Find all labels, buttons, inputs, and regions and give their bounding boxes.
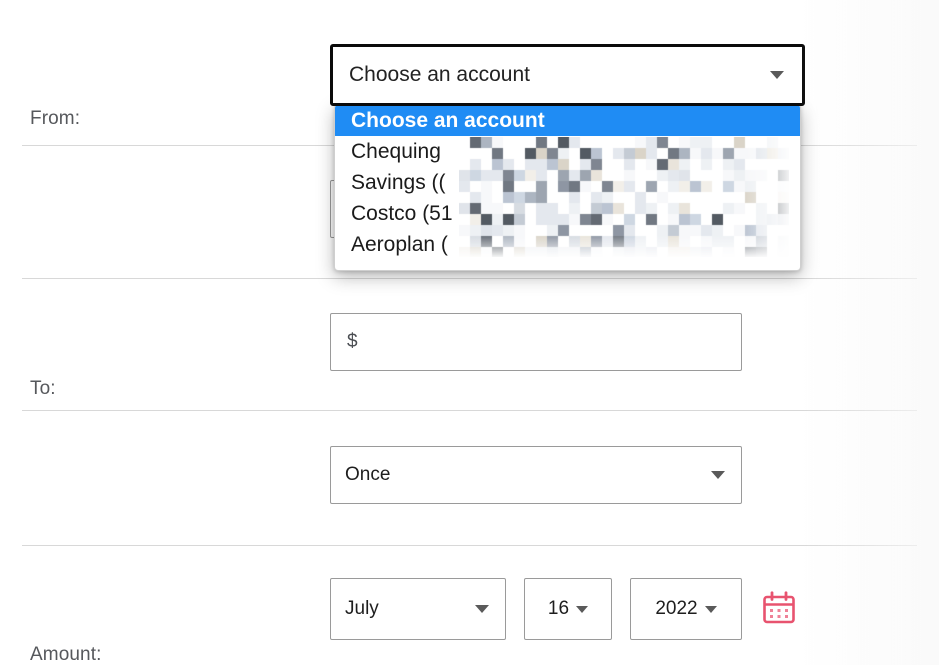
dropdown-option-0[interactable]: Choose an account: [335, 105, 800, 136]
transfer-date-year-select[interactable]: 2022: [630, 578, 742, 640]
amount-label: Amount:: [30, 644, 102, 665]
amount-currency-prefix: $: [347, 331, 358, 352]
transfer-date-month-value: July: [345, 598, 379, 619]
transfer-date-day-select[interactable]: 16: [524, 578, 612, 640]
from-account-selected-value: Choose an account: [349, 63, 530, 86]
from-account-dropdown-list[interactable]: Choose an account Chequing Savings (( Co…: [334, 104, 801, 271]
transfer-date-day-value: 16: [547, 598, 570, 619]
amount-input[interactable]: $: [330, 313, 742, 371]
to-label: To:: [30, 378, 56, 399]
transfer-form-page: From: Choose an account To: Amount: $ Ho…: [0, 0, 939, 665]
divider-howoften-date: [22, 545, 917, 546]
how-often-selected-value: Once: [345, 464, 391, 485]
dropdown-option-1[interactable]: Chequing: [335, 136, 800, 167]
calendar-icon[interactable]: [762, 591, 796, 625]
transfer-date-year-value: 2022: [655, 598, 698, 619]
divider-amount-howoften: [22, 410, 917, 411]
dropdown-option-4[interactable]: Aeroplan (: [335, 229, 800, 260]
dropdown-option-2[interactable]: Savings ((: [335, 167, 800, 198]
chevron-down-icon: [576, 605, 589, 613]
divider-to-amount: [22, 278, 917, 279]
transfer-date-month-select[interactable]: July: [330, 578, 506, 640]
from-account-select[interactable]: Choose an account: [330, 44, 805, 106]
from-label: From:: [30, 108, 81, 129]
dropdown-option-3[interactable]: Costco (51: [335, 198, 800, 229]
chevron-down-icon: [704, 605, 717, 613]
chevron-down-icon: [475, 605, 489, 613]
chevron-down-icon: [770, 71, 784, 79]
chevron-down-icon: [711, 471, 725, 479]
how-often-select[interactable]: Once: [330, 446, 742, 504]
